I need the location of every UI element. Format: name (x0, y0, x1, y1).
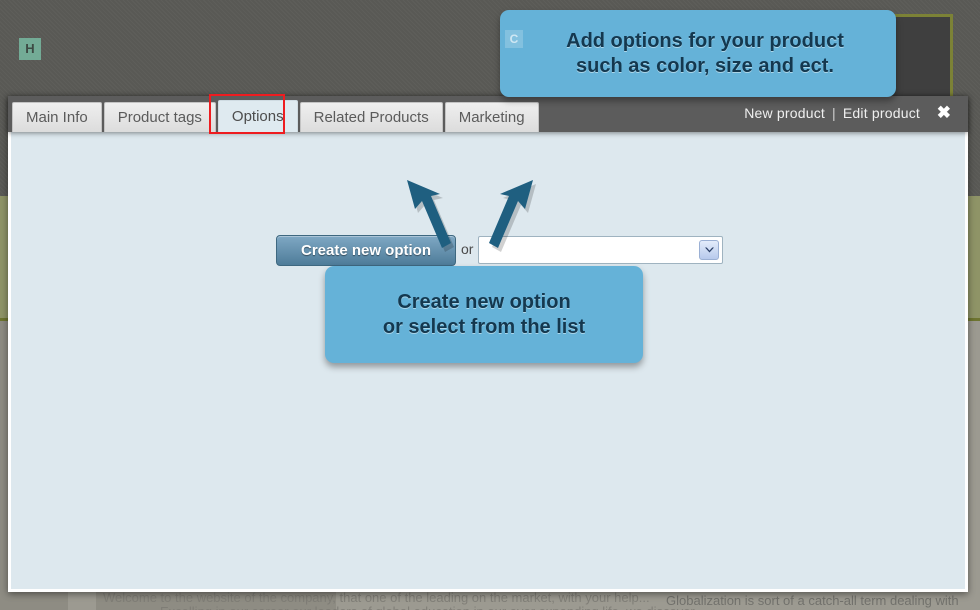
tab-options[interactable]: Options (217, 100, 298, 132)
new-product-link[interactable]: New product (744, 105, 825, 121)
modal-header-links: New product | Edit product (744, 105, 920, 121)
chevron-down-icon[interactable] (699, 240, 719, 260)
callout-create-or-select: Create new option or select from the lis… (325, 266, 643, 363)
header-separator: | (832, 105, 836, 121)
tooltip-add-options: Add options for your product such as col… (500, 10, 896, 97)
tooltip-line-2: such as color, size and ect. (576, 54, 834, 77)
annotation-arrows (407, 180, 536, 252)
tab-related-products[interactable]: Related Products (299, 102, 443, 132)
background-paragraph-right: Globalization is sort of a catch-all ter… (666, 593, 959, 608)
modal-tabs: Main Info Product tags Options Related P… (12, 100, 541, 132)
site-logo: H (19, 38, 41, 60)
tab-main-info[interactable]: Main Info (12, 102, 102, 132)
background-paragraph-left: Welcome to the website of the company, t… (103, 590, 650, 605)
callout-line-2: or select from the list (382, 315, 586, 338)
tooltip-badge-icon: C (505, 30, 523, 48)
tab-marketing[interactable]: Marketing (444, 102, 539, 132)
close-icon[interactable]: ✖ (937, 103, 951, 123)
callout-line-1: Create new option (397, 290, 571, 313)
background-paragraph-sub: Excelling in our career our leaders of g… (160, 604, 705, 610)
tab-product-tags[interactable]: Product tags (103, 102, 216, 132)
tooltip-line-1: Add options for your product (566, 29, 844, 52)
edit-product-link[interactable]: Edit product (843, 105, 920, 121)
